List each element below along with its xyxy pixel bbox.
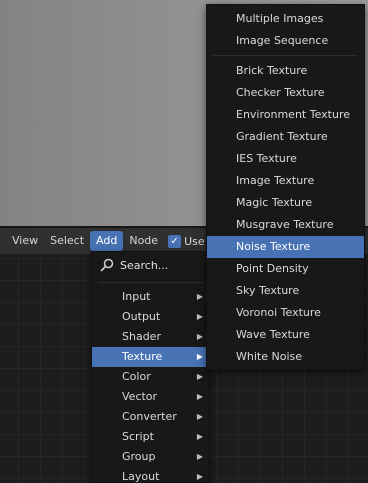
item-label: Output [122, 310, 161, 323]
texture-musgrave[interactable]: Musgrave Texture [207, 214, 364, 236]
add-menu-converter[interactable]: Converter ▶ [92, 407, 209, 427]
item-label: Group [122, 450, 156, 463]
item-label: Color [122, 370, 151, 383]
menu-node[interactable]: Node [123, 231, 164, 251]
add-menu-vector[interactable]: Vector ▶ [92, 387, 209, 407]
item-label: Texture [122, 350, 163, 363]
submenu-arrow-icon: ▶ [196, 312, 203, 321]
item-label: Vector [122, 390, 158, 403]
submenu-arrow-icon: ▶ [196, 432, 203, 441]
texture-magic[interactable]: Magic Texture [207, 192, 364, 214]
search-menu-item[interactable]: Search... [92, 252, 209, 278]
submenu-arrow-icon: ▶ [196, 332, 203, 341]
menu-add[interactable]: Add [90, 231, 124, 251]
texture-wave[interactable]: Wave Texture [207, 324, 364, 346]
texture-ies[interactable]: IES Texture [207, 148, 364, 170]
add-menu-script[interactable]: Script ▶ [92, 427, 209, 447]
submenu-arrow-icon: ▶ [196, 392, 203, 401]
texture-voronoi[interactable]: Voronoi Texture [207, 302, 364, 324]
texture-submenu: Multiple Images Image Sequence Brick Tex… [206, 4, 365, 370]
submenu-arrow-icon: ▶ [196, 372, 203, 381]
item-label: Layout [122, 470, 160, 483]
submenu-arrow-icon: ▶ [196, 292, 203, 301]
texture-image-sequence[interactable]: Image Sequence [207, 30, 364, 52]
submenu-arrow-icon: ▶ [196, 452, 203, 461]
menu-separator [98, 282, 203, 283]
add-menu-texture[interactable]: Texture ▶ [92, 347, 209, 367]
texture-sky[interactable]: Sky Texture [207, 280, 364, 302]
add-menu-color[interactable]: Color ▶ [92, 367, 209, 387]
use-nodes-label: Use [184, 234, 205, 248]
item-label: Input [122, 290, 151, 303]
submenu-arrow-icon: ▶ [196, 412, 203, 421]
search-label: Search... [120, 258, 169, 272]
texture-checker[interactable]: Checker Texture [207, 82, 364, 104]
submenu-arrow-icon: ▶ [196, 472, 203, 481]
search-icon [100, 258, 114, 272]
menu-view[interactable]: View [6, 231, 44, 251]
texture-noise[interactable]: Noise Texture [207, 236, 364, 258]
texture-brick[interactable]: Brick Texture [207, 60, 364, 82]
add-menu-layout[interactable]: Layout ▶ [92, 467, 209, 483]
texture-multiple-images[interactable]: Multiple Images [207, 8, 364, 30]
texture-white-noise[interactable]: White Noise [207, 346, 364, 368]
texture-environment[interactable]: Environment Texture [207, 104, 364, 126]
add-menu-group[interactable]: Group ▶ [92, 447, 209, 467]
item-label: Shader [122, 330, 161, 343]
add-menu-input[interactable]: Input ▶ [92, 287, 209, 307]
add-menu-output[interactable]: Output ▶ [92, 307, 209, 327]
texture-gradient[interactable]: Gradient Texture [207, 126, 364, 148]
texture-point-density[interactable]: Point Density [207, 258, 364, 280]
add-menu: Search... Input ▶ Output ▶ Shader ▶ Texture… [91, 251, 210, 483]
add-menu-shader[interactable]: Shader ▶ [92, 327, 209, 347]
checkmark-icon[interactable]: ✓ [168, 234, 182, 248]
texture-image[interactable]: Image Texture [207, 170, 364, 192]
item-label: Script [122, 430, 154, 443]
item-label: Converter [122, 410, 177, 423]
submenu-arrow-icon: ▶ [196, 352, 203, 361]
menu-separator [213, 55, 358, 56]
use-nodes-toggle[interactable]: ✓ Use [168, 234, 205, 248]
menu-select[interactable]: Select [44, 231, 90, 251]
